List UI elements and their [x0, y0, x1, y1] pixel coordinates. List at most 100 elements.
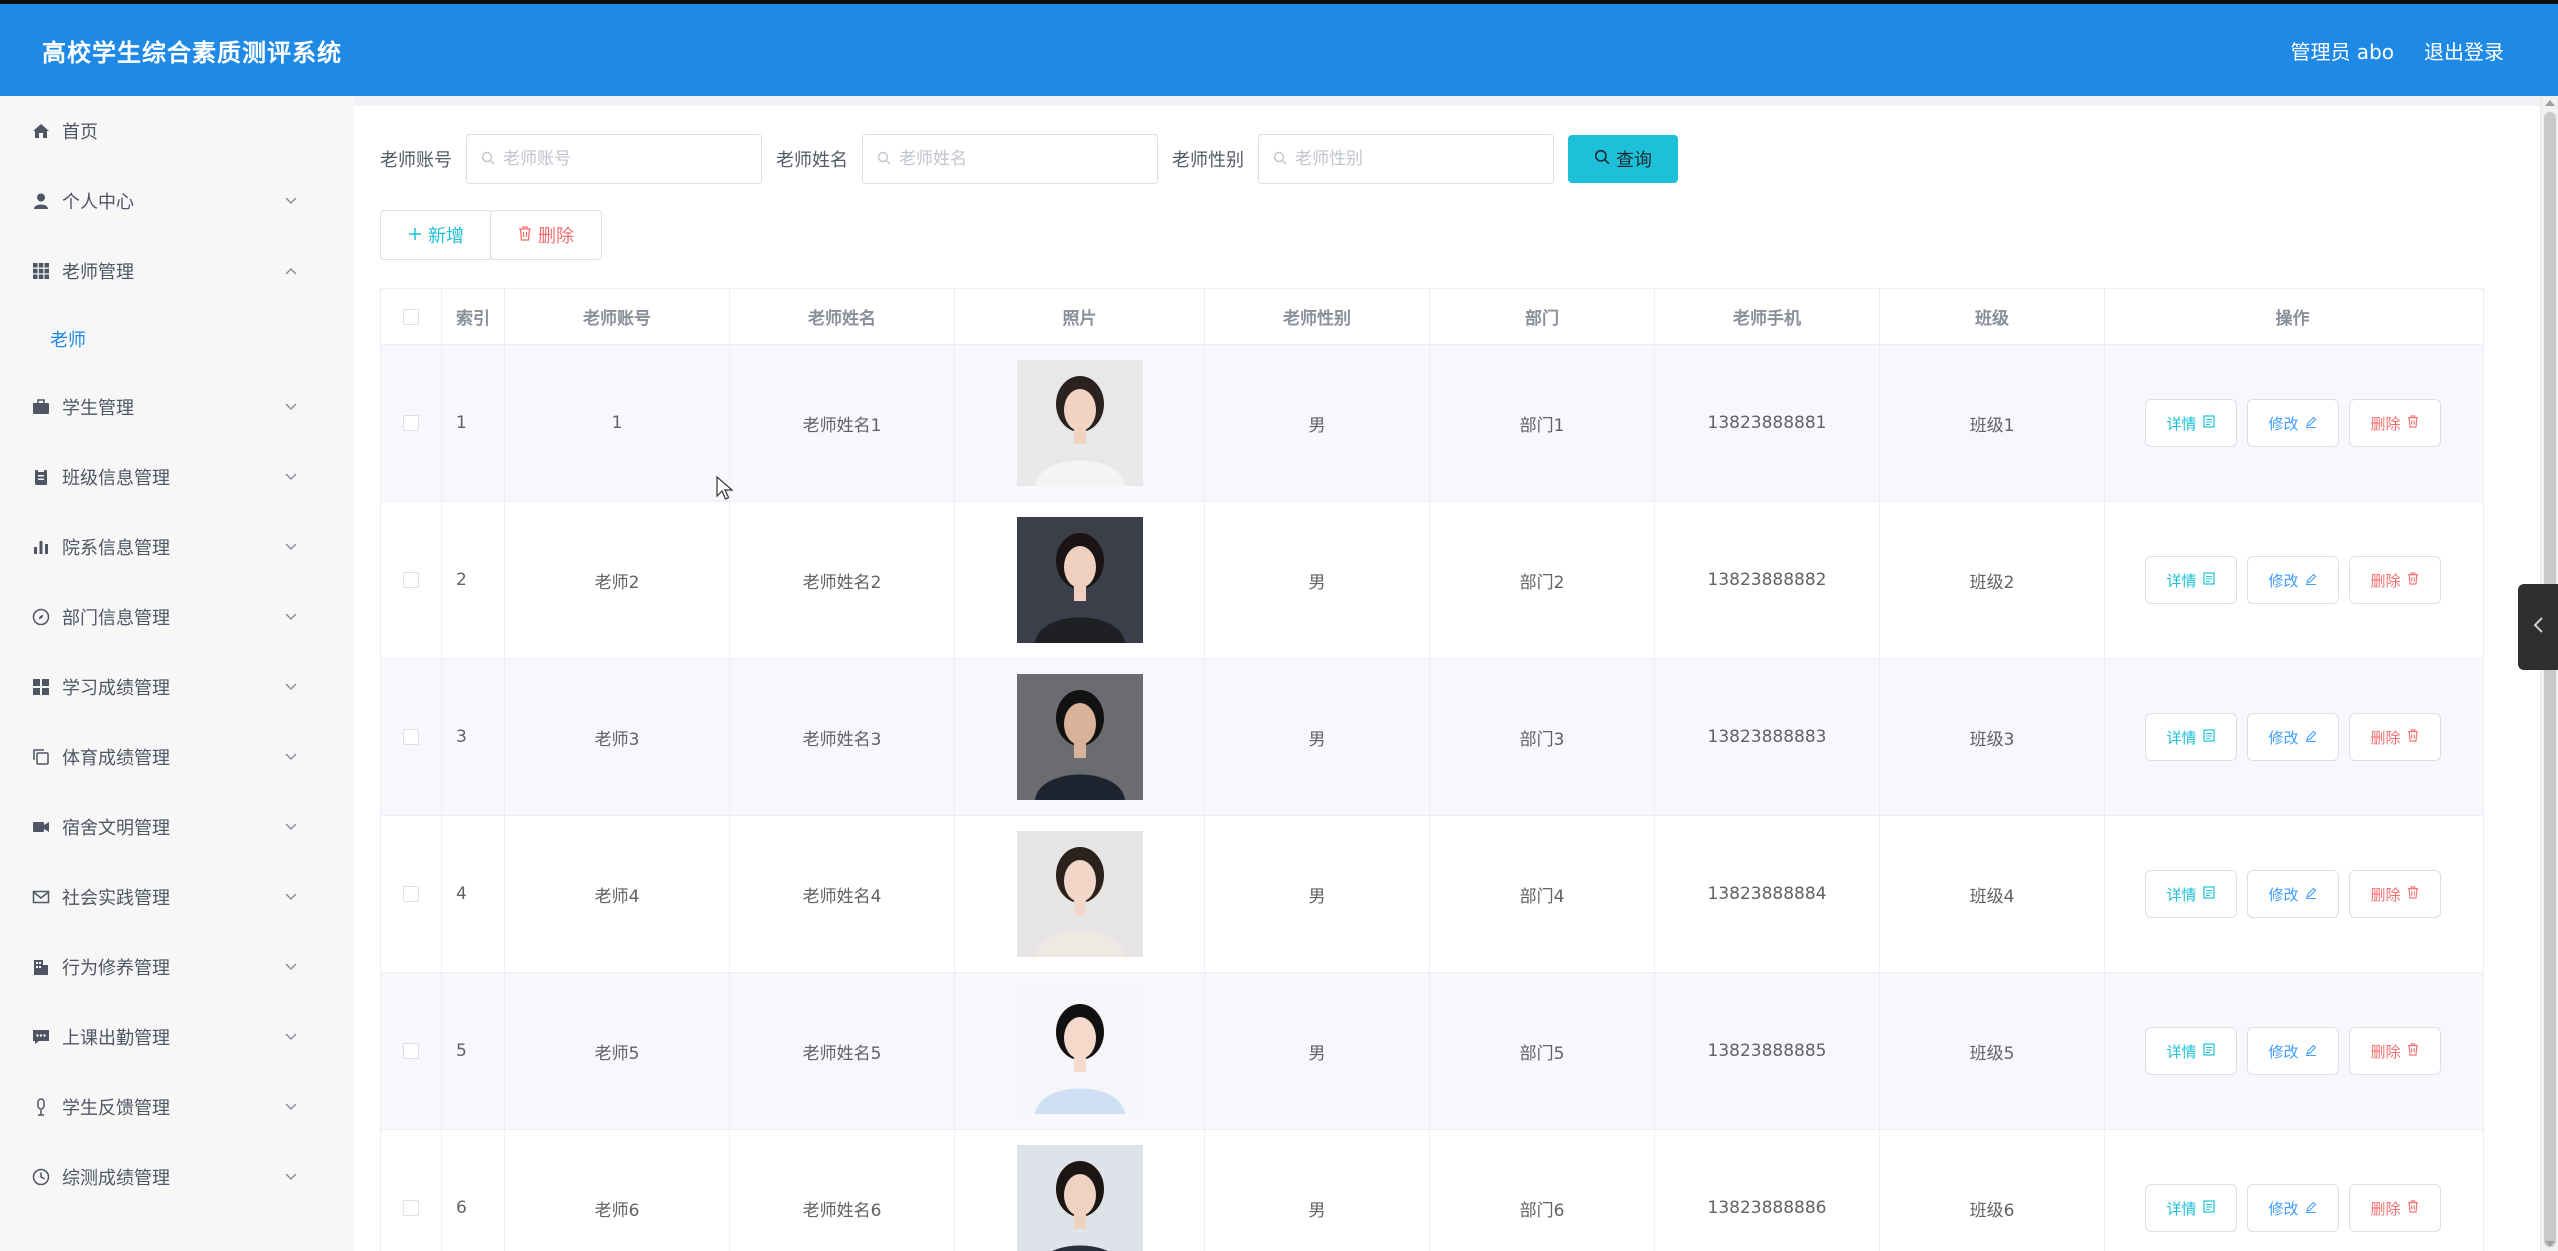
pencil-icon [2305, 1199, 2317, 1217]
delete-button[interactable]: 删除 [2348, 399, 2441, 447]
sidebar-item-dorm-civility[interactable]: 宿舍文明管理 [0, 792, 354, 862]
edit-button-label: 修改 [2268, 414, 2299, 433]
cell-gender: 男 [1205, 659, 1430, 815]
chevron-down-icon [284, 680, 298, 694]
row-checkbox[interactable] [403, 1043, 419, 1059]
add-button[interactable]: 新增 [380, 210, 492, 260]
edit-button[interactable]: 修改 [2246, 556, 2339, 604]
detail-button-label: 详情 [2166, 571, 2197, 590]
photo-face [1063, 546, 1096, 588]
row-checkbox[interactable] [403, 886, 419, 902]
row-select-cell [381, 816, 442, 972]
delete-button[interactable]: 删除 [2348, 556, 2441, 604]
delete-button[interactable]: 删除 [2348, 1184, 2441, 1232]
page-scrollbar[interactable] [2540, 96, 2558, 1251]
scroll-down-arrow-icon[interactable] [2545, 1241, 2555, 1247]
teacher-photo[interactable] [1016, 988, 1143, 1114]
detail-button-label: 详情 [2166, 885, 2197, 904]
sidebar-item-academic-scores[interactable]: 学习成绩管理 [0, 652, 354, 722]
search-input-account[interactable] [503, 149, 743, 169]
detail-button[interactable]: 详情 [2144, 1027, 2237, 1075]
detail-button[interactable]: 详情 [2144, 870, 2237, 918]
delete-button-label: 删除 [2370, 728, 2401, 747]
admin-user-label[interactable]: 管理员 abo [2290, 36, 2394, 65]
cell-account: 老师4 [505, 816, 730, 972]
teacher-photo[interactable] [1016, 831, 1143, 957]
delete-button[interactable]: 删除 [2348, 870, 2441, 918]
teacher-table: 索引 老师账号 老师姓名 照片 老师性别 部门 老师手机 班级 操作 1 1 老师姓… [380, 288, 2484, 1251]
batch-delete-button[interactable]: 删除 [490, 210, 602, 260]
microphone-icon [30, 1096, 52, 1118]
sidebar-item-student-feedback[interactable]: 学生反馈管理 [0, 1072, 354, 1142]
header-select-all-cell [381, 289, 442, 344]
delete-button[interactable]: 删除 [2348, 1027, 2441, 1075]
pencil-icon [2305, 571, 2317, 589]
edit-button-label: 修改 [2268, 885, 2299, 904]
row-select-cell [381, 973, 442, 1129]
photo-neck [1073, 899, 1086, 915]
sidebar-item-attendance[interactable]: 上课出勤管理 [0, 1002, 354, 1072]
sidebar-item-label: 老师管理 [62, 262, 134, 283]
sidebar: 首页 个人中心 老师管理 老师 学生管理 班级信息管理 院系信息管理 部门信息管… [0, 96, 354, 1251]
teacher-photo[interactable] [1016, 674, 1143, 800]
detail-button[interactable]: 详情 [2144, 399, 2237, 447]
delete-button[interactable]: 删除 [2348, 713, 2441, 761]
photo-neck [1073, 742, 1086, 758]
detail-button[interactable]: 详情 [2144, 1184, 2237, 1232]
row-checkbox[interactable] [403, 572, 419, 588]
scrollbar-thumb[interactable] [2544, 112, 2556, 1247]
teacher-photo[interactable] [1016, 1145, 1143, 1251]
sidebar-item-teacher-management[interactable]: 老师管理 [0, 236, 354, 306]
search-icon [481, 150, 495, 169]
document-icon [2202, 1042, 2215, 1060]
search-input-name[interactable] [899, 149, 1139, 169]
edit-button[interactable]: 修改 [2246, 1027, 2339, 1075]
cell-dept: 部门2 [1430, 502, 1655, 658]
teacher-photo[interactable] [1016, 360, 1143, 486]
table-header-row: 索引 老师账号 老师姓名 照片 老师性别 部门 老师手机 班级 操作 [381, 289, 2483, 345]
row-checkbox[interactable] [403, 729, 419, 745]
sidebar-item-pe-scores[interactable]: 体育成绩管理 [0, 722, 354, 792]
sidebar-item-social-practice[interactable]: 社会实践管理 [0, 862, 354, 932]
query-button-label: 查询 [1616, 150, 1652, 171]
row-checkbox[interactable] [403, 1200, 419, 1216]
cell-ops: 详情 修改 删除 [2105, 659, 2480, 815]
sidebar-item-label: 院系信息管理 [62, 538, 170, 559]
table-row: 1 1 老师姓名1 男部门1 13823888881 班级1 详情 修改 删除 [381, 345, 2483, 502]
logout-link[interactable]: 退出登录 [2424, 36, 2504, 65]
sidebar-item-division-info[interactable]: 部门信息管理 [0, 582, 354, 652]
sidebar-item-class-info[interactable]: 班级信息管理 [0, 442, 354, 512]
cell-phone: 13823888881 [1655, 345, 1880, 501]
cell-class: 班级4 [1880, 816, 2105, 972]
sidebar-item-student-management[interactable]: 学生管理 [0, 372, 354, 442]
detail-button[interactable]: 详情 [2144, 713, 2237, 761]
chevron-down-icon [284, 400, 298, 414]
clock-icon [30, 1166, 52, 1188]
sidebar-item-behavior[interactable]: 行为修养管理 [0, 932, 354, 1002]
search-input-gender[interactable] [1295, 149, 1535, 169]
cell-name: 老师姓名6 [730, 1130, 955, 1251]
teacher-photo[interactable] [1016, 517, 1143, 643]
sidebar-subitem-teacher[interactable]: 老师 [0, 306, 354, 372]
sidebar-item-department-info[interactable]: 院系信息管理 [0, 512, 354, 582]
sidebar-item-comprehensive-scores[interactable]: 综测成绩管理 [0, 1142, 354, 1212]
photo-neck [1073, 1213, 1086, 1229]
apps-icon [30, 676, 52, 698]
select-all-checkbox[interactable] [403, 308, 419, 325]
scroll-up-arrow-icon[interactable] [2545, 100, 2555, 106]
edit-button[interactable]: 修改 [2246, 713, 2339, 761]
cell-photo [955, 345, 1205, 501]
grid-icon [30, 260, 52, 282]
chevron-down-icon [284, 470, 298, 484]
edit-button[interactable]: 修改 [2246, 399, 2339, 447]
edit-button[interactable]: 修改 [2246, 1184, 2339, 1232]
sidebar-item-personal-center[interactable]: 个人中心 [0, 166, 354, 236]
document-icon [2202, 728, 2215, 746]
pencil-icon [2305, 414, 2317, 432]
sidebar-item-home[interactable]: 首页 [0, 96, 354, 166]
row-checkbox[interactable] [403, 415, 419, 431]
side-collapse-tab[interactable] [2518, 584, 2558, 670]
edit-button[interactable]: 修改 [2246, 870, 2339, 918]
query-button[interactable]: 查询 [1568, 135, 1678, 183]
detail-button[interactable]: 详情 [2144, 556, 2237, 604]
